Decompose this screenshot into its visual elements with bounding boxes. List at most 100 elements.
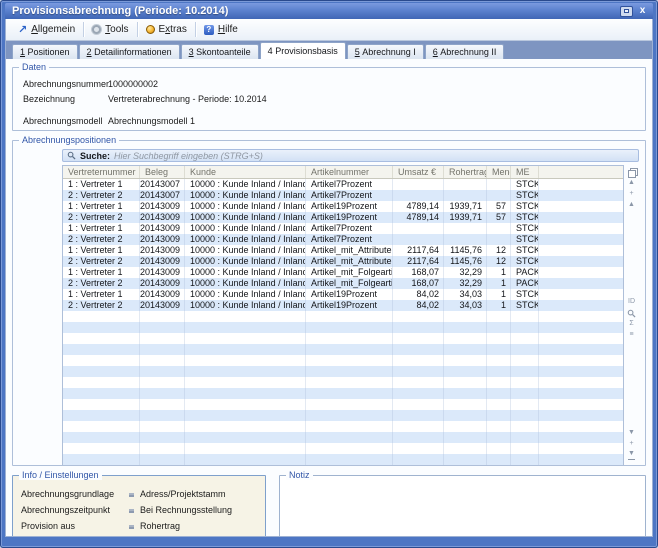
column-header-me[interactable]: ME	[511, 166, 539, 178]
scroll-up-icon[interactable]: ▲	[628, 199, 635, 210]
cell	[140, 443, 185, 454]
cell	[487, 179, 511, 190]
table-row-empty	[63, 366, 623, 377]
cell	[444, 223, 487, 234]
table-row[interactable]: 2 : Vertreter 22014300710000 : Kunde Inl…	[63, 190, 623, 201]
row-id-icon[interactable]: ID	[628, 297, 635, 308]
cell: STCK	[511, 223, 539, 234]
table-row[interactable]: 2 : Vertreter 22014300910000 : Kunde Inl…	[63, 212, 623, 223]
sum-icon[interactable]: Σ	[629, 319, 633, 330]
cell	[539, 300, 623, 311]
cell: STCK	[511, 212, 539, 223]
filter-icon[interactable]: ≡	[629, 330, 633, 341]
abrechnungspositionen-legend: Abrechnungspositionen	[19, 135, 119, 145]
cell	[511, 432, 539, 443]
info-row-abrechnungszeitpunkt: AbrechnungszeitpunktBei Rechnungsstellun…	[21, 502, 257, 518]
column-header-kunde[interactable]: Kunde	[185, 166, 306, 178]
table-row[interactable]: 1 : Vertreter 12014300910000 : Kunde Inl…	[63, 267, 623, 278]
field-row-abrechnungsmodell: AbrechnungsmodellAbrechnungsmodell 1	[23, 113, 635, 128]
tab-positionen[interactable]: 1 Positionen	[12, 44, 78, 59]
column-header-artikelnummer[interactable]: Artikelnummer	[306, 166, 393, 178]
cell	[444, 179, 487, 190]
table-row[interactable]: 1 : Vertreter 12014300710000 : Kunde Inl…	[63, 179, 623, 190]
cell: 12	[487, 245, 511, 256]
tab-skontoanteile[interactable]: 3 Skontoanteile	[181, 44, 259, 59]
toolbar-item-tools[interactable]: Tools	[84, 19, 136, 40]
tab-provisionsbasis[interactable]: 4 Provisionsbasis	[260, 42, 346, 59]
cell	[539, 355, 623, 366]
title-bar[interactable]: Provisionsabrechnung (Periode: 10.2014) …	[5, 3, 653, 19]
column-header-filler	[539, 166, 623, 178]
table-row[interactable]: 2 : Vertreter 22014300910000 : Kunde Inl…	[63, 256, 623, 267]
cell: 20143009	[140, 223, 185, 234]
toolbar-item-hilfe[interactable]: ?Hilfe	[196, 19, 246, 40]
restore-button[interactable]	[620, 6, 633, 17]
cell: STCK	[511, 201, 539, 212]
row-add-icon[interactable]: +	[629, 188, 633, 199]
export-icon[interactable]	[628, 166, 636, 177]
cell	[306, 322, 393, 333]
field-value: Vertreterabrechnung - Periode: 10.2014	[108, 94, 267, 104]
cell	[185, 377, 306, 388]
cell: 168,07	[393, 267, 444, 278]
cell	[393, 421, 444, 432]
cell: STCK	[511, 300, 539, 311]
cell: 2 : Vertreter 2	[63, 234, 140, 245]
tab-detailinformationen[interactable]: 2 Detailinformationen	[79, 44, 180, 59]
column-header-umsatz[interactable]: Umsatz €	[393, 166, 444, 178]
zoom-icon[interactable]	[627, 308, 636, 319]
table-row[interactable]: 2 : Vertreter 22014300910000 : Kunde Inl…	[63, 300, 623, 311]
cell: 10000 : Kunde Inland / Inlandsort	[185, 201, 306, 212]
scroll-last-icon[interactable]: ▼	[628, 449, 635, 460]
info-value: Rohertrag	[140, 521, 180, 531]
cell	[393, 322, 444, 333]
cell: 1145,76	[444, 245, 487, 256]
table-row[interactable]: 2 : Vertreter 22014300910000 : Kunde Inl…	[63, 234, 623, 245]
search-bar[interactable]: Suche:	[62, 149, 639, 162]
column-header-beleg[interactable]: Beleg	[140, 166, 185, 178]
notiz-group[interactable]: Notiz	[279, 475, 646, 536]
column-header-rohertrag[interactable]: Rohertrag €	[444, 166, 487, 178]
cell	[63, 377, 140, 388]
table-row[interactable]: 2 : Vertreter 22014300910000 : Kunde Inl…	[63, 278, 623, 289]
cell: PACK	[511, 278, 539, 289]
cell	[185, 322, 306, 333]
cell	[444, 421, 487, 432]
column-header-vertreternummer[interactable]: Vertreternummer	[63, 166, 140, 178]
cell	[444, 333, 487, 344]
tab-abrechnung-i[interactable]: 5 Abrechnung I	[347, 44, 424, 59]
cell	[511, 454, 539, 465]
table-row[interactable]: 1 : Vertreter 12014300910000 : Kunde Inl…	[63, 223, 623, 234]
table-row[interactable]: 1 : Vertreter 12014300910000 : Kunde Inl…	[63, 245, 623, 256]
cell: STCK	[511, 245, 539, 256]
toolbar-item-allgemein[interactable]: ↗Allgemein	[10, 19, 83, 40]
cell	[444, 311, 487, 322]
cell	[63, 443, 140, 454]
cell	[140, 388, 185, 399]
cell	[63, 399, 140, 410]
cell	[140, 322, 185, 333]
cell	[393, 190, 444, 201]
scroll-first-icon[interactable]: ▲	[628, 177, 635, 188]
table-row[interactable]: 1 : Vertreter 12014300910000 : Kunde Inl…	[63, 289, 623, 300]
cell	[140, 311, 185, 322]
cell	[306, 377, 393, 388]
tab-abrechnung-ii[interactable]: 6 Abrechnung II	[425, 44, 505, 59]
cell	[185, 399, 306, 410]
table-row[interactable]: 1 : Vertreter 12014300910000 : Kunde Inl…	[63, 201, 623, 212]
table-row-empty	[63, 311, 623, 322]
column-header-menge[interactable]: Menge	[487, 166, 511, 178]
toolbar-item-extras[interactable]: Extras	[138, 19, 195, 40]
table-header: VertreternummerBelegKundeArtikelnummerUm…	[63, 166, 623, 179]
row-append-icon[interactable]: +	[629, 438, 633, 449]
cell	[444, 234, 487, 245]
abrechnungspositionen-group: Abrechnungspositionen Suche: Vertreternu…	[12, 140, 646, 466]
cell: 20143009	[140, 245, 185, 256]
search-input[interactable]	[114, 151, 634, 161]
cell	[539, 322, 623, 333]
scroll-down-icon[interactable]: ▼	[628, 427, 635, 438]
bullet-icon	[129, 492, 134, 497]
close-button[interactable]: x	[636, 6, 649, 17]
cell: 20143007	[140, 190, 185, 201]
cell: 10000 : Kunde Inland / Inlandsort	[185, 234, 306, 245]
